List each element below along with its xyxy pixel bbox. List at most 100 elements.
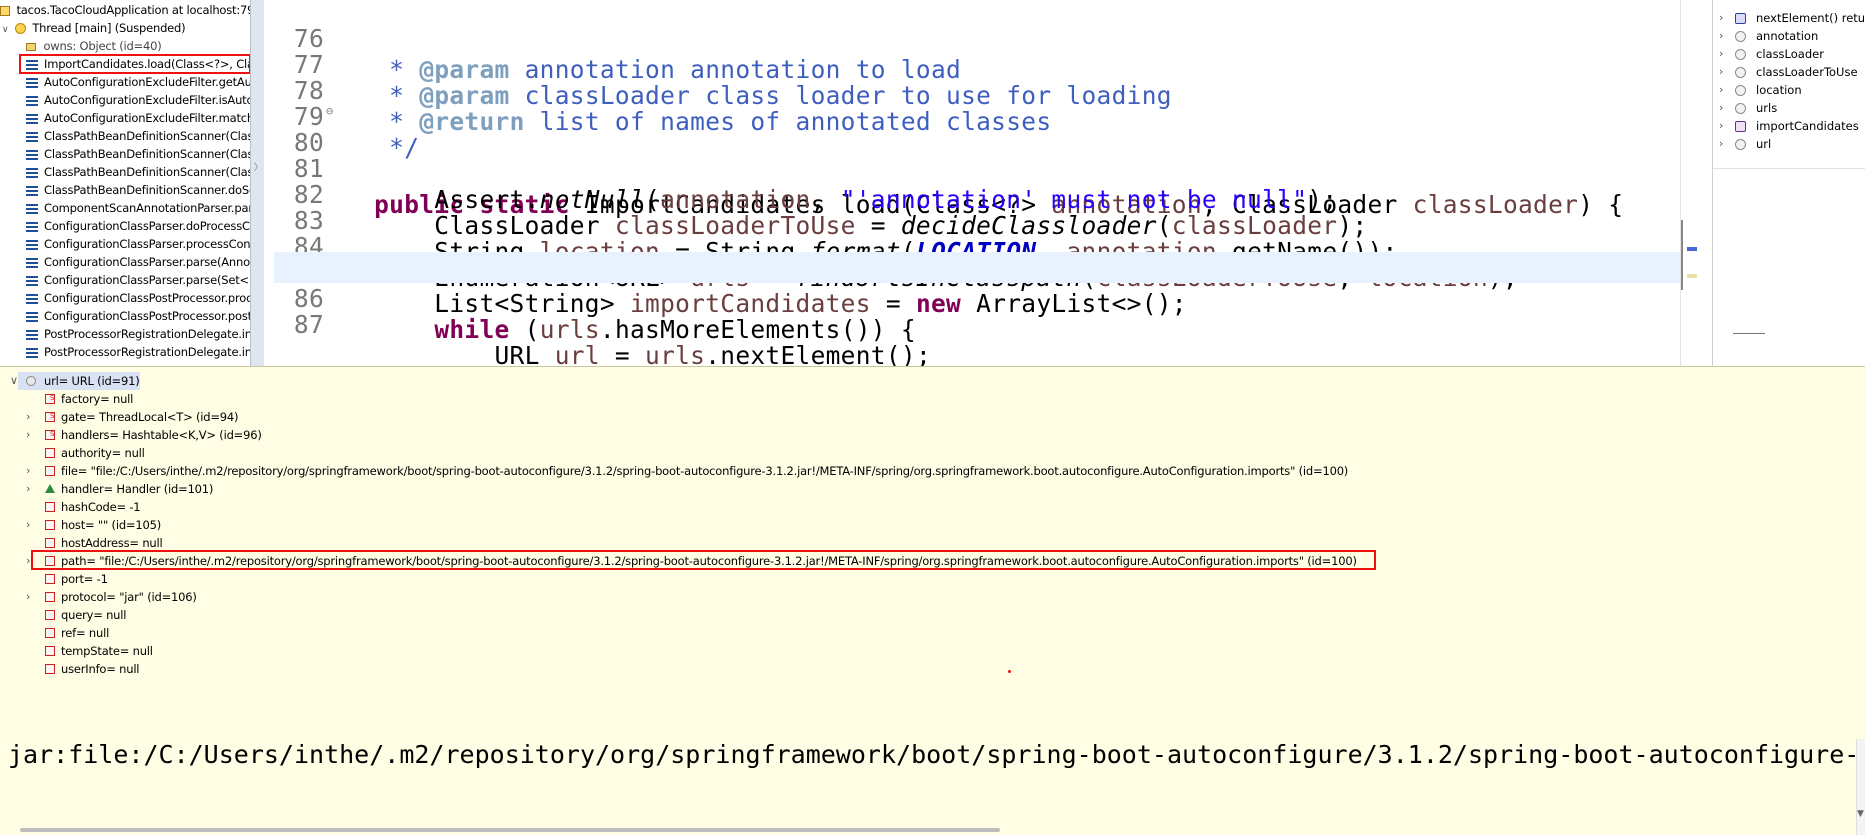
stack-frame[interactable]: ConfigurationClassParser.parse(Annot [26,253,250,271]
expand-chevron-icon[interactable]: › [26,426,30,444]
private-field-icon [45,448,55,458]
expand-chevron-icon[interactable]: › [1719,99,1723,117]
detail-horizontal-scrollbar[interactable] [20,828,1000,832]
variable-label: file= "file:/C:/Users/inthe/.m2/reposito… [61,464,1349,478]
variable-row[interactable]: › path= "file:/C:/Users/inthe/.m2/reposit… [0,550,1850,570]
stack-frame[interactable]: ConfigurationClassParser.doProcessCo [26,217,250,235]
outline-item[interactable]: › classLoaderToUse [1713,63,1865,81]
editor-scrollbar-thumb[interactable] [1681,220,1683,290]
variable-root-label: url= URL (id=91) [44,374,140,388]
expand-chevron-icon[interactable]: › [1719,81,1723,99]
static-field-icon [45,389,55,407]
expand-chevron-icon[interactable]: › [1719,117,1723,135]
variable-row[interactable]: tempState= null [0,642,1850,660]
outline-item[interactable]: › nextElement() return [1713,9,1865,27]
stack-frame[interactable]: ConfigurationClassPostProcessor.proc [26,289,250,307]
expand-chevron-icon[interactable]: › [26,516,30,534]
scroll-down-arrow-icon[interactable]: ▼ [1857,809,1864,819]
expand-chevron-icon[interactable]: › [26,408,30,426]
expand-chevron-icon[interactable]: › [26,588,30,606]
stack-frame[interactable]: PostProcessorRegistrationDelegate.inv [26,325,250,343]
variable-row[interactable]: › handlers= Hashtable<K,V> (id=96) [0,425,1850,444]
local-variable-icon [26,376,36,386]
stack-frame[interactable]: AutoConfigurationExcludeFilter.match [26,109,250,127]
expand-chevron-icon[interactable]: › [26,462,30,480]
stack-frame-label: PostProcessorRegistrationDelegate.inv [44,345,250,359]
expand-chevron-icon[interactable]: › [1719,135,1723,153]
path-highlight-box [31,550,1376,570]
debug-thread[interactable]: ∨ Thread [main] (Suspended) [2,19,186,37]
stack-frame-icon [26,185,38,196]
outline-item[interactable]: › classLoader [1713,45,1865,63]
current-line-marker[interactable] [1687,274,1697,278]
stack-frame[interactable]: AutoConfigurationExcludeFilter.isAuto [26,91,250,109]
thread-label: Thread [main] (Suspended) [32,21,186,35]
private-field-icon [45,646,55,656]
collapse-chevron-icon[interactable]: ∨ [10,372,18,390]
stack-frame[interactable]: ClassPathBeanDefinitionScanner.doSc [26,181,250,199]
outline-resize-handle[interactable] [1733,333,1765,334]
stack-frame-label: AutoConfigurationExcludeFilter.isAuto [44,93,250,107]
stack-frame-label: ConfigurationClassParser.parse(Set<Be [44,273,250,287]
method-return-icon [1735,13,1746,24]
stack-frame-label: ConfigurationClassPostProcessor.post [44,309,250,323]
stack-frame[interactable]: AutoConfigurationExcludeFilter.getAu [26,73,250,91]
variable-row[interactable]: userInfo= null [0,660,1850,678]
stack-frame[interactable]: ConfigurationClassParser.processConf [26,235,250,253]
stack-frame-icon [26,113,38,124]
panel-divider[interactable]: 〉 [250,0,264,366]
stack-frame[interactable]: ImportCandidates.load(Class<?>, Clas [19,54,251,74]
code-line-87[interactable]: 87 URL url = urls.nextElement(); [264,278,1680,366]
outline-item[interactable]: › url [1713,135,1865,153]
detail-pane-text[interactable]: jar:file:/C:/Users/inthe/.m2/repository/… [0,739,1855,771]
variable-row[interactable]: ref= null [0,624,1850,642]
stack-frame-icon [26,95,38,106]
outline-item[interactable]: › annotation [1713,27,1865,45]
variable-label: query= null [61,608,127,622]
variable-row[interactable]: › protocol= "jar" (id=106) [0,588,1850,606]
occurrence-marker[interactable] [1687,247,1697,251]
stack-frame[interactable]: ComponentScanAnnotationParser.par [26,199,250,217]
package-field-icon [45,484,55,493]
variable-row[interactable]: query= null [0,606,1850,624]
outline-item[interactable]: › importCandidates [1713,117,1865,135]
monitor-owns[interactable]: owns: Object (id=40) [26,37,162,55]
expand-chevron-icon[interactable]: › [1719,27,1723,45]
expand-chevron-icon[interactable]: ∨ [2,25,9,35]
editor-overview-ruler[interactable] [1680,0,1706,366]
variable-row[interactable]: port= -1 [0,570,1850,588]
variable-row[interactable]: authority= null [0,444,1850,462]
local-variable-icon [1735,139,1746,150]
expand-chevron-icon[interactable]: › [26,480,30,498]
expand-chevron-icon[interactable]: › [1719,9,1723,27]
private-field-icon [45,574,55,584]
stack-frame-icon [26,329,38,340]
debug-target[interactable]: tacos.TacoCloudApplication at localhost:… [0,1,254,19]
variable-row[interactable]: › host= "" (id=105) [0,516,1850,534]
variable-row[interactable]: factory= null [0,389,1850,408]
stack-frame[interactable]: PostProcessorRegistrationDelegate.inv [26,343,250,361]
debug-view: tacos.TacoCloudApplication at localhost:… [0,0,255,366]
static-field-icon [45,407,55,425]
stack-frame[interactable]: ClassPathBeanDefinitionScanner(Class [26,127,250,145]
stack-frame-icon [26,59,38,70]
stack-frame[interactable]: ConfigurationClassParser.parse(Set<Be [26,271,250,289]
variable-row[interactable]: › gate= ThreadLocal<T> (id=94) [0,407,1850,426]
variable-row[interactable]: › file= "file:/C:/Users/inthe/.m2/reposit… [0,462,1850,480]
stack-frame-label: ClassPathBeanDefinitionScanner(Class [44,147,250,161]
outline-item[interactable]: › location [1713,81,1865,99]
code-editor[interactable]: 76 * @param annotation annotation to loa… [264,0,1680,366]
variable-row[interactable]: hashCode= -1 [0,498,1850,516]
variable-row[interactable]: › handler= Handler (id=101) [0,480,1850,498]
stack-frame[interactable]: ClassPathBeanDefinitionScanner(Class [26,163,250,181]
outline-item[interactable]: › urls [1713,99,1865,117]
expand-chevron-icon[interactable]: › [1719,63,1723,81]
stack-frame[interactable]: ConfigurationClassPostProcessor.post [26,307,250,325]
expand-chevron-icon[interactable]: › [26,552,30,570]
stack-frame-label: ImportCandidates.load(Class<?>, Clas [44,57,250,71]
detail-vertical-scrollbar[interactable]: ▼ [1856,739,1865,835]
stack-frame-label: AutoConfigurationExcludeFilter.getAu [44,75,250,89]
stack-frame[interactable]: ClassPathBeanDefinitionScanner(Class [26,145,250,163]
expand-chevron-icon[interactable]: › [1719,45,1723,63]
thread-suspended-icon [14,23,26,34]
